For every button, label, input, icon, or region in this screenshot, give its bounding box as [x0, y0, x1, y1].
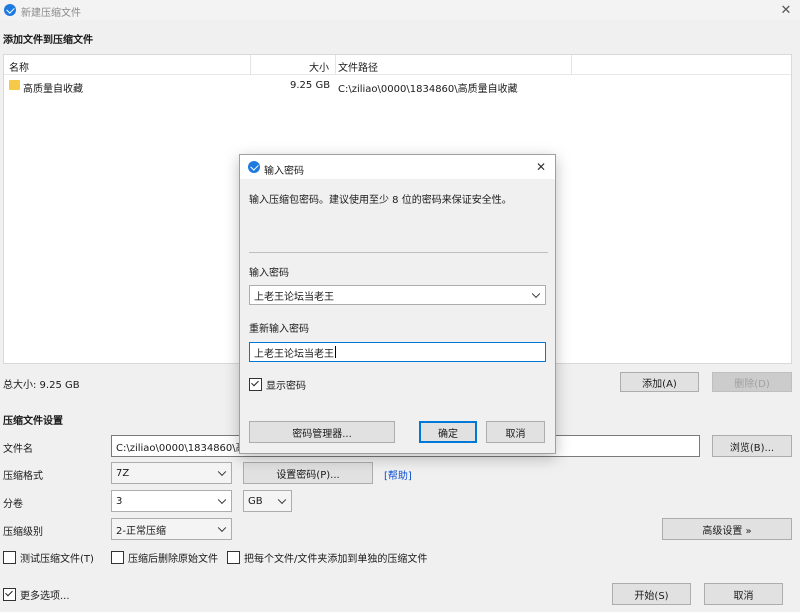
delete-button[interactable]: 删除(D) — [712, 372, 792, 392]
set-password-button[interactable]: 设置密码(P)... — [243, 462, 373, 484]
level-label: 压缩级别 — [3, 527, 43, 538]
checkbox-box — [111, 551, 124, 564]
files-section-heading: 添加文件到压缩文件 — [3, 35, 93, 46]
file-size: 9.25 GB — [290, 80, 331, 91]
test-archive-checkbox[interactable]: 测试压缩文件(T) — [3, 550, 94, 565]
dialog-cancel-button[interactable]: 取消 — [486, 421, 545, 443]
column-header-name[interactable]: 名称 — [9, 59, 29, 74]
password-label: 输入密码 — [249, 268, 289, 279]
more-options-checkbox[interactable]: 更多选项... — [3, 587, 70, 602]
chevron-down-icon — [277, 495, 287, 505]
divider — [249, 252, 548, 253]
checkbox-box — [227, 551, 240, 564]
close-icon[interactable]: ✕ — [532, 158, 550, 176]
checkbox-box — [3, 551, 16, 564]
start-button[interactable]: 开始(S) — [612, 583, 691, 605]
cancel-button[interactable]: 取消 — [704, 583, 783, 605]
total-size: 总大小: 9.25 GB — [3, 380, 80, 391]
checkbox-box — [3, 588, 16, 601]
settings-heading: 压缩文件设置 — [3, 416, 63, 427]
browse-button[interactable]: 浏览(B)... — [712, 435, 792, 457]
dialog-title-bar: 输入密码 ✕ — [240, 155, 555, 179]
column-header-path[interactable]: 文件路径 — [338, 59, 378, 74]
password-dialog: 输入密码 ✕ 输入压缩包密码。建议使用至少 8 位的密码来保证安全性。 输入密码… — [239, 154, 556, 454]
window-title: 新建压缩文件 — [21, 8, 81, 19]
checkbox-box — [249, 378, 262, 391]
chevron-down-icon — [531, 289, 541, 299]
title-bar: 新建压缩文件 ✕ — [0, 0, 800, 20]
show-password-checkbox[interactable]: 显示密码 — [249, 377, 306, 392]
chevron-down-icon — [217, 523, 227, 533]
reenter-password-label: 重新输入密码 — [249, 324, 309, 335]
split-label: 分卷 — [3, 499, 23, 510]
advanced-settings-button[interactable]: 高级设置 » — [662, 518, 792, 540]
dialog-description: 输入压缩包密码。建议使用至少 8 位的密码来保证安全性。 — [249, 195, 512, 206]
text-cursor — [335, 346, 336, 358]
ok-button[interactable]: 确定 — [419, 421, 477, 443]
filename-label: 文件名 — [3, 444, 33, 455]
help-link[interactable]: [帮助] — [384, 467, 412, 482]
split-size-select[interactable]: 3 — [111, 490, 232, 512]
password-input[interactable]: 上老王论坛当老王 — [249, 285, 546, 305]
delete-source-checkbox[interactable]: 压缩后删除原始文件 — [111, 550, 218, 565]
folder-icon — [9, 80, 20, 90]
add-button[interactable]: 添加(A) — [620, 372, 699, 392]
file-path: C:\ziliao\0000\1834860\高质量自收藏 — [338, 84, 518, 95]
file-name: 高质量自收藏 — [23, 84, 83, 95]
close-window-icon[interactable]: ✕ — [776, 1, 796, 19]
split-unit-select[interactable]: GB — [243, 490, 292, 512]
format-select[interactable]: 7Z — [111, 462, 232, 484]
format-label: 压缩格式 — [3, 471, 43, 482]
chevron-down-icon — [217, 467, 227, 477]
level-select[interactable]: 2-正常压缩 — [111, 518, 232, 540]
separate-archives-checkbox[interactable]: 把每个文件/文件夹添加到单独的压缩文件 — [227, 550, 427, 565]
dialog-title: 输入密码 — [264, 166, 304, 177]
table-row[interactable]: 高质量自收藏 9.25 GB C:\ziliao\0000\1834860\高质… — [4, 77, 791, 95]
password-manager-button[interactable]: 密码管理器... — [249, 421, 395, 443]
app-icon — [4, 4, 16, 16]
app-icon — [248, 161, 260, 173]
reenter-password-input[interactable]: 上老王论坛当老王 — [249, 342, 546, 362]
file-list-header: 名称 大小 文件路径 — [4, 55, 791, 75]
column-header-size[interactable]: 大小 — [309, 59, 329, 74]
chevron-down-icon — [217, 495, 227, 505]
